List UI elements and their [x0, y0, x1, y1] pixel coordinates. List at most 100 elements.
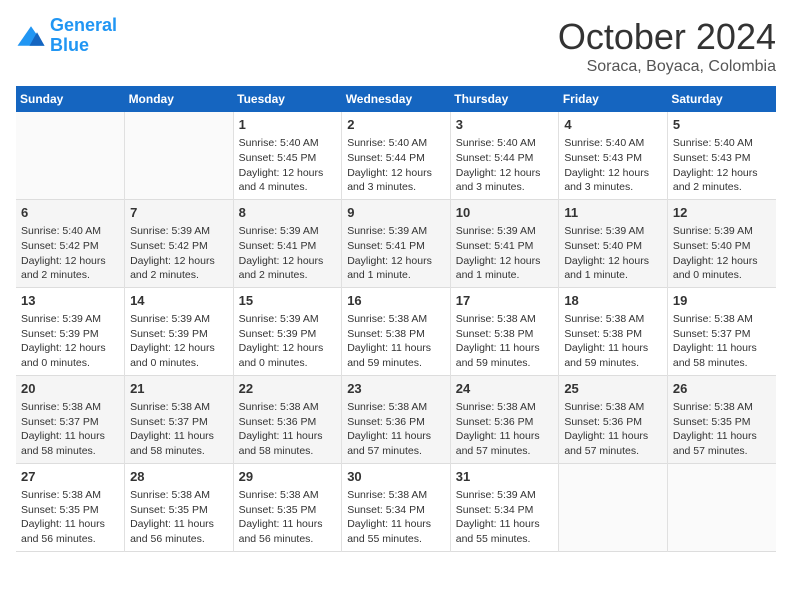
day-number: 10	[456, 204, 554, 222]
logo: General Blue	[16, 16, 117, 56]
day-info: Sunrise: 5:38 AM Sunset: 5:35 PM Dayligh…	[673, 401, 757, 457]
day-info: Sunrise: 5:39 AM Sunset: 5:40 PM Dayligh…	[673, 225, 758, 281]
day-number: 26	[673, 380, 771, 398]
calendar-cell: 2 Sunrise: 5:40 AM Sunset: 5:44 PM Daylig…	[342, 112, 451, 199]
day-info: Sunrise: 5:39 AM Sunset: 5:42 PM Dayligh…	[130, 225, 215, 281]
weekday-header-sunday: Sunday	[16, 86, 125, 112]
day-info: Sunrise: 5:40 AM Sunset: 5:44 PM Dayligh…	[456, 137, 541, 193]
weekday-header-wednesday: Wednesday	[342, 86, 451, 112]
calendar-cell: 9 Sunrise: 5:39 AM Sunset: 5:41 PM Daylig…	[342, 199, 451, 287]
calendar-cell: 15Sunrise: 5:39 AM Sunset: 5:39 PM Dayli…	[233, 287, 342, 375]
month-title: October 2024	[558, 16, 776, 58]
day-number: 5	[673, 116, 771, 134]
day-info: Sunrise: 5:38 AM Sunset: 5:35 PM Dayligh…	[21, 489, 105, 545]
calendar-cell: 4 Sunrise: 5:40 AM Sunset: 5:43 PM Daylig…	[559, 112, 668, 199]
day-number: 28	[130, 468, 228, 486]
weekday-header-row: SundayMondayTuesdayWednesdayThursdayFrid…	[16, 86, 776, 112]
calendar-cell: 16 Sunrise: 5:38 AM Sunset: 5:38 PM Dayli…	[342, 287, 451, 375]
calendar-cell: 25 Sunrise: 5:38 AM Sunset: 5:36 PM Dayli…	[559, 375, 668, 463]
day-number: 12	[673, 204, 771, 222]
day-number: 4	[564, 116, 662, 134]
day-number: 25	[564, 380, 662, 398]
calendar-cell: 10 Sunrise: 5:39 AM Sunset: 5:41 PM Dayli…	[450, 199, 559, 287]
calendar-cell	[16, 112, 125, 199]
calendar-cell: 21Sunrise: 5:38 AM Sunset: 5:37 PM Dayli…	[125, 375, 234, 463]
calendar-cell: 27Sunrise: 5:38 AM Sunset: 5:35 PM Dayli…	[16, 463, 125, 551]
calendar-cell: 12 Sunrise: 5:39 AM Sunset: 5:40 PM Dayli…	[667, 199, 776, 287]
calendar-cell	[559, 463, 668, 551]
day-number: 19	[673, 292, 771, 310]
day-number: 6	[21, 204, 119, 222]
day-info: Sunrise: 5:38 AM Sunset: 5:37 PM Dayligh…	[130, 401, 214, 457]
weekday-header-tuesday: Tuesday	[233, 86, 342, 112]
week-row-5: 27Sunrise: 5:38 AM Sunset: 5:35 PM Dayli…	[16, 463, 776, 551]
day-info: Sunrise: 5:39 AM Sunset: 5:41 PM Dayligh…	[347, 225, 432, 281]
calendar-table: SundayMondayTuesdayWednesdayThursdayFrid…	[16, 86, 776, 552]
day-number: 13	[21, 292, 119, 310]
day-info: Sunrise: 5:38 AM Sunset: 5:38 PM Dayligh…	[347, 313, 431, 369]
calendar-cell: 6Sunrise: 5:40 AM Sunset: 5:42 PM Daylig…	[16, 199, 125, 287]
day-number: 24	[456, 380, 554, 398]
calendar-cell: 23Sunrise: 5:38 AM Sunset: 5:36 PM Dayli…	[342, 375, 451, 463]
day-info: Sunrise: 5:39 AM Sunset: 5:39 PM Dayligh…	[21, 313, 106, 369]
logo-line1: General	[50, 15, 117, 35]
day-number: 11	[564, 204, 662, 222]
day-number: 30	[347, 468, 445, 486]
day-number: 20	[21, 380, 119, 398]
title-area: October 2024 Soraca, Boyaca, Colombia	[558, 16, 776, 76]
calendar-cell: 22 Sunrise: 5:38 AM Sunset: 5:36 PM Dayli…	[233, 375, 342, 463]
day-info: Sunrise: 5:38 AM Sunset: 5:35 PM Dayligh…	[130, 489, 214, 545]
day-info: Sunrise: 5:40 AM Sunset: 5:43 PM Dayligh…	[673, 137, 758, 193]
week-row-1: 1Sunrise: 5:40 AM Sunset: 5:45 PM Daylig…	[16, 112, 776, 199]
calendar-cell: 29Sunrise: 5:38 AM Sunset: 5:35 PM Dayli…	[233, 463, 342, 551]
calendar-cell: 3 Sunrise: 5:40 AM Sunset: 5:44 PM Daylig…	[450, 112, 559, 199]
calendar-cell: 18 Sunrise: 5:38 AM Sunset: 5:38 PM Dayli…	[559, 287, 668, 375]
day-info: Sunrise: 5:38 AM Sunset: 5:38 PM Dayligh…	[456, 313, 540, 369]
day-info: Sunrise: 5:38 AM Sunset: 5:36 PM Dayligh…	[564, 401, 648, 457]
day-info: Sunrise: 5:40 AM Sunset: 5:44 PM Dayligh…	[347, 137, 432, 193]
day-number: 7	[130, 204, 228, 222]
day-info: Sunrise: 5:38 AM Sunset: 5:37 PM Dayligh…	[21, 401, 105, 457]
day-info: Sunrise: 5:39 AM Sunset: 5:41 PM Dayligh…	[456, 225, 541, 281]
calendar-cell: 13 Sunrise: 5:39 AM Sunset: 5:39 PM Dayli…	[16, 287, 125, 375]
calendar-cell: 28 Sunrise: 5:38 AM Sunset: 5:35 PM Dayli…	[125, 463, 234, 551]
calendar-cell: 20 Sunrise: 5:38 AM Sunset: 5:37 PM Dayli…	[16, 375, 125, 463]
calendar-cell: 30Sunrise: 5:38 AM Sunset: 5:34 PM Dayli…	[342, 463, 451, 551]
weekday-header-saturday: Saturday	[667, 86, 776, 112]
calendar-cell: 7 Sunrise: 5:39 AM Sunset: 5:42 PM Daylig…	[125, 199, 234, 287]
weekday-header-friday: Friday	[559, 86, 668, 112]
weekday-header-thursday: Thursday	[450, 86, 559, 112]
day-info: Sunrise: 5:40 AM Sunset: 5:43 PM Dayligh…	[564, 137, 649, 193]
page-header: General Blue October 2024 Soraca, Boyaca…	[16, 16, 776, 76]
calendar-cell: 14Sunrise: 5:39 AM Sunset: 5:39 PM Dayli…	[125, 287, 234, 375]
day-number: 22	[239, 380, 337, 398]
day-info: Sunrise: 5:39 AM Sunset: 5:41 PM Dayligh…	[239, 225, 324, 281]
calendar-cell: 19Sunrise: 5:38 AM Sunset: 5:37 PM Dayli…	[667, 287, 776, 375]
day-info: Sunrise: 5:38 AM Sunset: 5:36 PM Dayligh…	[456, 401, 540, 457]
calendar-cell: 8Sunrise: 5:39 AM Sunset: 5:41 PM Daylig…	[233, 199, 342, 287]
day-number: 2	[347, 116, 445, 134]
calendar-cell	[667, 463, 776, 551]
calendar-cell: 5 Sunrise: 5:40 AM Sunset: 5:43 PM Daylig…	[667, 112, 776, 199]
day-number: 29	[239, 468, 337, 486]
logo-line2: Blue	[50, 35, 89, 55]
calendar-cell: 11 Sunrise: 5:39 AM Sunset: 5:40 PM Dayli…	[559, 199, 668, 287]
day-number: 9	[347, 204, 445, 222]
calendar-cell	[125, 112, 234, 199]
day-info: Sunrise: 5:39 AM Sunset: 5:39 PM Dayligh…	[239, 313, 324, 369]
day-number: 18	[564, 292, 662, 310]
calendar-cell: 1Sunrise: 5:40 AM Sunset: 5:45 PM Daylig…	[233, 112, 342, 199]
day-info: Sunrise: 5:40 AM Sunset: 5:45 PM Dayligh…	[239, 137, 324, 193]
day-info: Sunrise: 5:38 AM Sunset: 5:38 PM Dayligh…	[564, 313, 648, 369]
day-number: 31	[456, 468, 554, 486]
day-number: 16	[347, 292, 445, 310]
day-info: Sunrise: 5:39 AM Sunset: 5:34 PM Dayligh…	[456, 489, 540, 545]
day-info: Sunrise: 5:38 AM Sunset: 5:36 PM Dayligh…	[239, 401, 323, 457]
day-info: Sunrise: 5:39 AM Sunset: 5:40 PM Dayligh…	[564, 225, 649, 281]
week-row-2: 6Sunrise: 5:40 AM Sunset: 5:42 PM Daylig…	[16, 199, 776, 287]
day-number: 14	[130, 292, 228, 310]
day-number: 3	[456, 116, 554, 134]
weekday-header-monday: Monday	[125, 86, 234, 112]
calendar-cell: 31 Sunrise: 5:39 AM Sunset: 5:34 PM Dayli…	[450, 463, 559, 551]
calendar-cell: 17Sunrise: 5:38 AM Sunset: 5:38 PM Dayli…	[450, 287, 559, 375]
